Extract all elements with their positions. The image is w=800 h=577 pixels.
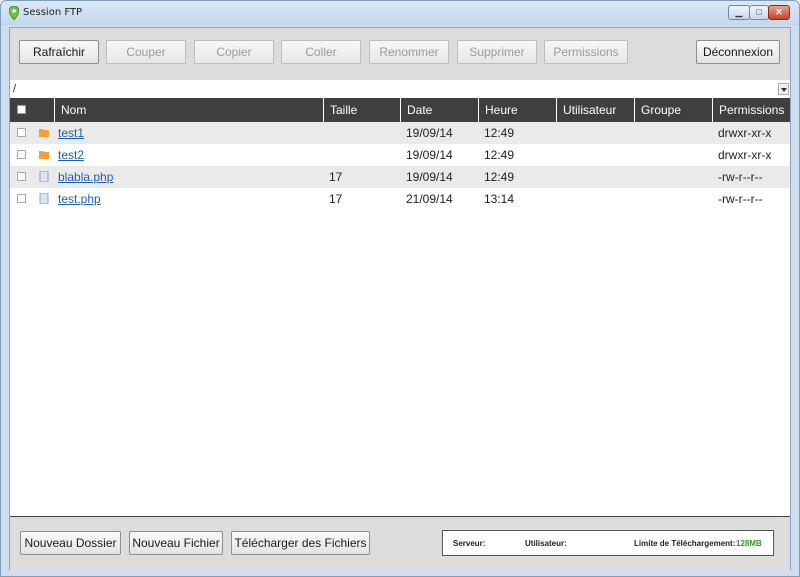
file-name-link[interactable]: test2 xyxy=(58,148,84,162)
minimize-button[interactable]: ▁ xyxy=(728,5,750,20)
file-time: 12:49 xyxy=(484,170,515,184)
file-icon xyxy=(39,193,49,204)
column-group[interactable]: Groupe xyxy=(634,98,712,122)
row-checkbox[interactable] xyxy=(17,172,26,181)
file-name-link[interactable]: test.php xyxy=(58,192,101,206)
select-all-checkbox[interactable] xyxy=(17,105,26,114)
client-area: Rafraîchir Couper Copier Coller Renommer… xyxy=(9,27,791,570)
table-row[interactable]: blabla.php 17 19/09/14 12:49 -rw-r--r-- xyxy=(10,166,790,188)
upload-files-button[interactable]: Télécharger des Fichiers xyxy=(231,531,370,555)
column-time[interactable]: Heure xyxy=(478,98,556,122)
footer-bar: Nouveau Dossier Nouveau Fichier Téléchar… xyxy=(10,516,790,570)
file-date: 19/09/14 xyxy=(406,148,453,162)
file-time: 13:14 xyxy=(484,192,515,206)
delete-button[interactable]: Supprimer xyxy=(457,40,537,64)
permissions-button[interactable]: Permissions xyxy=(544,40,628,64)
table-row[interactable]: test2 19/09/14 12:49 drwxr-xr-x xyxy=(10,144,790,166)
status-panel: Serveur: Utilisateur: Limite de Téléchar… xyxy=(442,530,774,556)
file-permissions: -rw-r--r-- xyxy=(718,192,763,206)
table-row[interactable]: test.php 17 21/09/14 13:14 -rw-r--r-- xyxy=(10,188,790,210)
close-icon: ✕ xyxy=(775,7,783,17)
refresh-button[interactable]: Rafraîchir xyxy=(19,40,99,64)
column-name[interactable]: Nom xyxy=(54,98,323,122)
map-pin-icon xyxy=(9,6,19,20)
file-time: 12:49 xyxy=(484,148,515,162)
column-permissions[interactable]: Permissions xyxy=(712,98,790,122)
title-bar[interactable]: Session FTP ▁ □ ✕ xyxy=(1,1,799,25)
file-date: 19/09/14 xyxy=(406,126,453,140)
row-checkbox[interactable] xyxy=(17,150,26,159)
user-label: Utilisateur: xyxy=(525,539,567,548)
file-date: 21/09/14 xyxy=(406,192,453,206)
copy-button[interactable]: Copier xyxy=(194,40,274,64)
file-permissions: drwxr-xr-x xyxy=(718,126,772,140)
file-size: 17 xyxy=(329,192,343,206)
file-size: 17 xyxy=(329,170,343,184)
maximize-button[interactable]: □ xyxy=(749,5,769,20)
window-title: Session FTP xyxy=(23,7,83,18)
upload-limit-value: 128MB xyxy=(736,539,762,548)
close-button[interactable]: ✕ xyxy=(768,5,790,20)
row-checkbox[interactable] xyxy=(17,128,26,137)
file-time: 12:49 xyxy=(484,126,515,140)
logout-button[interactable]: Déconnexion xyxy=(696,40,780,64)
server-label: Serveur: xyxy=(453,539,486,548)
cut-button[interactable]: Couper xyxy=(106,40,186,64)
path-selector[interactable]: / xyxy=(10,81,790,99)
new-folder-button[interactable]: Nouveau Dossier xyxy=(20,531,121,555)
file-name-link[interactable]: test1 xyxy=(58,126,84,140)
path-value: / xyxy=(13,83,17,95)
table-row[interactable]: test1 19/09/14 12:49 drwxr-xr-x xyxy=(10,122,790,144)
column-date[interactable]: Date xyxy=(400,98,478,122)
row-checkbox[interactable] xyxy=(17,194,26,203)
column-user[interactable]: Utilisateur xyxy=(556,98,634,122)
folder-icon xyxy=(39,129,49,137)
upload-limit-label: Limite de Téléchargement: xyxy=(634,539,736,548)
chevron-down-icon[interactable] xyxy=(778,83,789,95)
file-date: 19/09/14 xyxy=(406,170,453,184)
maximize-icon: □ xyxy=(756,7,762,17)
new-file-button[interactable]: Nouveau Fichier xyxy=(129,531,223,555)
file-permissions: -rw-r--r-- xyxy=(718,170,763,184)
toolbar: Rafraîchir Couper Copier Coller Renommer… xyxy=(10,28,790,80)
ftp-session-window: Session FTP ▁ □ ✕ Rafraîchir Couper Copi… xyxy=(0,0,800,577)
file-icon xyxy=(39,171,49,182)
minimize-icon: ▁ xyxy=(735,7,743,17)
rename-button[interactable]: Renommer xyxy=(369,40,449,64)
paste-button[interactable]: Coller xyxy=(281,40,361,64)
file-name-link[interactable]: blabla.php xyxy=(58,170,113,184)
column-size[interactable]: Taille xyxy=(323,98,400,122)
table-header: Nom Taille Date Heure Utilisateur Groupe… xyxy=(10,98,790,122)
file-permissions: drwxr-xr-x xyxy=(718,148,772,162)
folder-icon xyxy=(39,151,49,159)
